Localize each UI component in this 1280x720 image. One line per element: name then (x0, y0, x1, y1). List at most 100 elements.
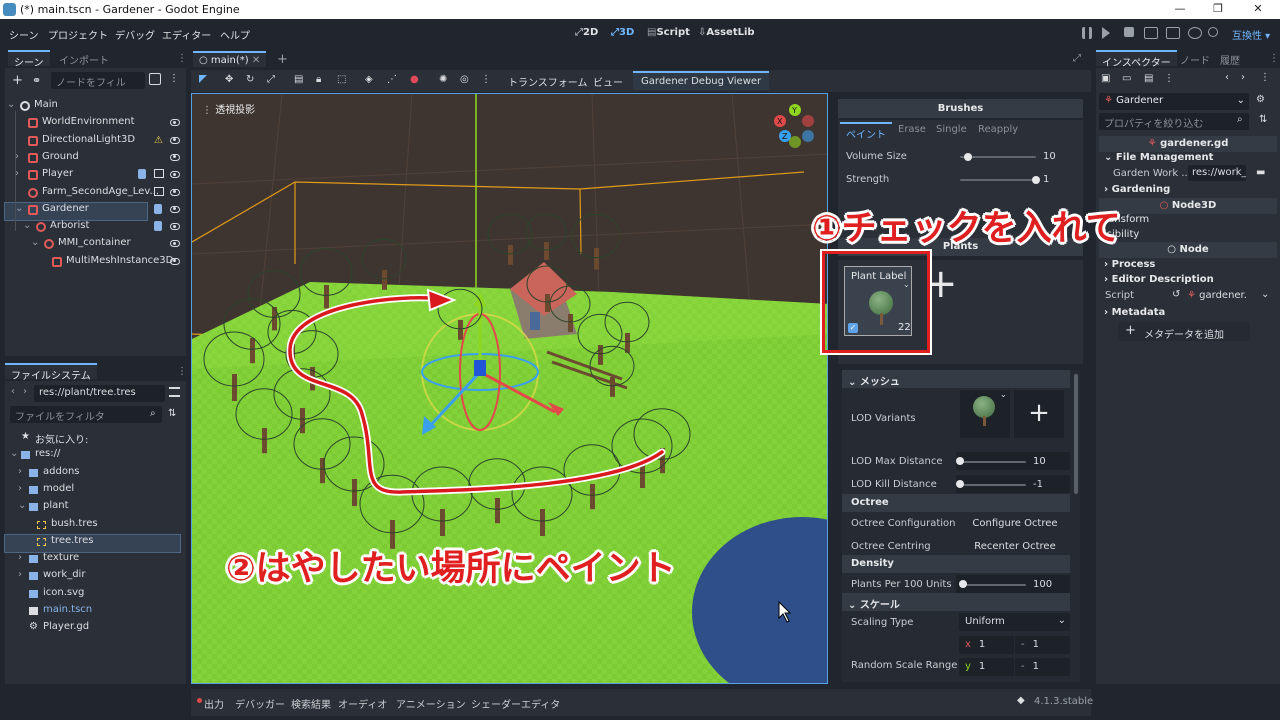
file-item-icon-svg[interactable]: icon.svg (5, 587, 180, 604)
save-resource-icon[interactable]: ▤ (1144, 73, 1153, 84)
filter-options-icon[interactable] (149, 73, 161, 85)
tab-history[interactable]: 履歴 (1214, 50, 1246, 67)
menu-project[interactable]: プロジェクト (48, 27, 108, 42)
script-icon[interactable] (154, 221, 162, 232)
variant-dropdown-icon[interactable]: ⌄ (1000, 390, 1007, 399)
clapperboard-icon[interactable] (154, 169, 164, 179)
visibility-eye-icon[interactable] (170, 240, 180, 248)
volume-size-knob[interactable] (963, 153, 972, 161)
file-item-texture[interactable]: › texture (5, 552, 180, 569)
file-item--[interactable]: ★ お気に入り: (5, 431, 180, 448)
lod-variant-slot[interactable]: ⌄ (960, 390, 1010, 438)
strength-slider[interactable] (960, 179, 1036, 181)
configure-octree-button[interactable]: Configure Octree (962, 514, 1068, 533)
editor-description-section[interactable]: › Editor Description (1104, 274, 1214, 285)
snap-icon[interactable]: ⋰ (387, 74, 397, 85)
scene-node-mmi-container[interactable]: ⌄ MMI_container (5, 237, 186, 254)
expand-arrow-icon[interactable]: › (18, 483, 22, 494)
scaling-type-select[interactable]: Uniform ⌄ (959, 613, 1070, 631)
expand-arrow-icon[interactable]: ⌄ (18, 500, 26, 511)
close-button[interactable]: ✕ (1248, 2, 1268, 15)
visibility-eye-icon[interactable] (170, 257, 180, 265)
tab-output[interactable]: 出力 (204, 696, 224, 711)
link-icon[interactable]: ⚭ (32, 74, 41, 87)
view-menu[interactable]: ビュー (593, 74, 623, 89)
scene-node-directionallight3d[interactable]: DirectionalLight3D ⚠ (5, 134, 186, 151)
file-item-tree-tres[interactable]: tree.tres (4, 533, 181, 553)
scene-node-main[interactable]: ⌄ Main (5, 99, 186, 116)
object-menu-icon[interactable]: ⚙ (1256, 94, 1265, 105)
globe-icon[interactable]: ◎ (460, 74, 469, 85)
rotate-tool-icon[interactable]: ↻ (246, 74, 254, 85)
random-scale-y-min[interactable]: y1 (959, 658, 1014, 676)
workspace-2d[interactable]: ⤢2D (575, 27, 598, 38)
inspector-menu-icon[interactable]: ⋮ (1269, 53, 1279, 64)
properties-scrollbar[interactable] (1074, 374, 1078, 494)
expand-arrow-icon[interactable]: › (18, 552, 22, 563)
strength-value[interactable]: 1 (1043, 174, 1049, 185)
lod-kill-knob[interactable] (956, 480, 964, 488)
visibility-eye-icon[interactable] (170, 205, 180, 213)
scene-node-ground[interactable]: › Ground (5, 151, 186, 168)
expand-arrow-icon[interactable]: ⌄ (7, 99, 15, 110)
random-scale-x-min[interactable]: x1 (959, 636, 1014, 654)
scene-node-farm-secondage-lev-[interactable]: Farm_SecondAge_Lev... (5, 186, 186, 203)
lock-icon[interactable]: 🔒︎ (316, 74, 321, 85)
remote-debug-icon[interactable] (1188, 27, 1202, 39)
expand-arrow-icon[interactable]: › (18, 569, 22, 580)
volume-size-value[interactable]: 10 (1043, 151, 1056, 162)
gardener-debug-viewer-button[interactable]: Gardener Debug Viewer (633, 71, 770, 90)
script-icon[interactable] (154, 203, 162, 214)
list-select-icon[interactable]: ▤ (294, 74, 303, 85)
stop-icon[interactable] (1124, 27, 1134, 37)
scene-menu-icon[interactable]: ⋮ (169, 73, 179, 84)
local-space-icon[interactable]: ◈ (365, 74, 373, 85)
expand-arrow-icon[interactable]: ⌄ (23, 220, 31, 231)
file-item-res-[interactable]: ⌄ res:// (5, 448, 180, 465)
recenter-octree-button[interactable]: Recenter Octree (962, 537, 1068, 556)
tab-shader-editor[interactable]: シェーダーエディタ (471, 696, 560, 711)
folder-browse-icon[interactable]: ▬ (1256, 167, 1265, 178)
scene-node-gardener[interactable]: ⌄ Gardener (4, 201, 180, 221)
group-icon[interactable]: ⬚ (337, 74, 346, 85)
lod-max-value[interactable]: 10 (1033, 456, 1046, 467)
open-resource-icon[interactable]: ▭ (1122, 73, 1131, 84)
garden-work-field[interactable]: res://work_ (1188, 165, 1246, 181)
lod-kill-value[interactable]: -1 (1033, 479, 1043, 490)
sort-icon[interactable]: ⇅ (168, 408, 176, 419)
visibility-eye-icon[interactable] (170, 136, 180, 144)
tab-paint[interactable]: ペイント (840, 122, 892, 141)
scene-node-arborist[interactable]: ⌄ Arborist (5, 220, 186, 237)
warning-icon[interactable]: ⚠ (154, 135, 163, 146)
node-filter-input[interactable]: ノードをフィル (51, 72, 145, 89)
mesh-section[interactable]: ⌄ メッシュ (842, 370, 1070, 388)
play-pause-icon[interactable] (1082, 27, 1092, 39)
script-value[interactable]: ⚘ gardener. (1187, 290, 1247, 301)
perspective-menu[interactable]: ⋮ 透視投影 (202, 101, 255, 116)
tab-inspector[interactable]: インスペクター (1096, 50, 1177, 69)
history-back-icon[interactable]: ‹ (1225, 72, 1229, 83)
plants-per-slider[interactable] (960, 584, 1026, 586)
menu-help[interactable]: ヘルプ (220, 27, 250, 42)
add-lod-variant-button[interactable]: + (1014, 390, 1064, 438)
play-custom-scene-icon[interactable] (1166, 27, 1180, 39)
file-item-bush-tres[interactable]: bush.tres (5, 518, 180, 535)
density-section[interactable]: Density (842, 555, 1070, 573)
file-item-player-gd[interactable]: ⚙ Player.gd (5, 621, 180, 638)
file-item-model[interactable]: › model (5, 483, 180, 500)
add-metadata-button[interactable]: + メタデータを追加 (1118, 322, 1250, 341)
sun-preview-icon[interactable]: ● (410, 74, 419, 85)
play-scene-icon[interactable] (1144, 27, 1158, 39)
filesystem-menu-icon[interactable]: ⋮ (177, 366, 187, 377)
tab-import[interactable]: インポート (53, 50, 115, 67)
property-filter-input[interactable]: プロパティを絞り込む (1099, 113, 1249, 130)
visibility-eye-icon[interactable] (170, 119, 180, 127)
visibility-eye-icon[interactable] (170, 153, 180, 161)
expand-arrow-icon[interactable]: ⌄ (10, 448, 18, 459)
history-forward-icon[interactable]: › (1241, 72, 1245, 83)
file-filter-input[interactable]: ファイルをフィルタ (10, 406, 162, 423)
path-field[interactable]: res://plant/tree.tres (34, 385, 165, 402)
add-tab-button[interactable]: + (277, 52, 288, 67)
property-filter-options-icon[interactable]: ⇅ (1259, 114, 1267, 125)
random-scale-x-max[interactable]: -1 (1015, 636, 1070, 654)
